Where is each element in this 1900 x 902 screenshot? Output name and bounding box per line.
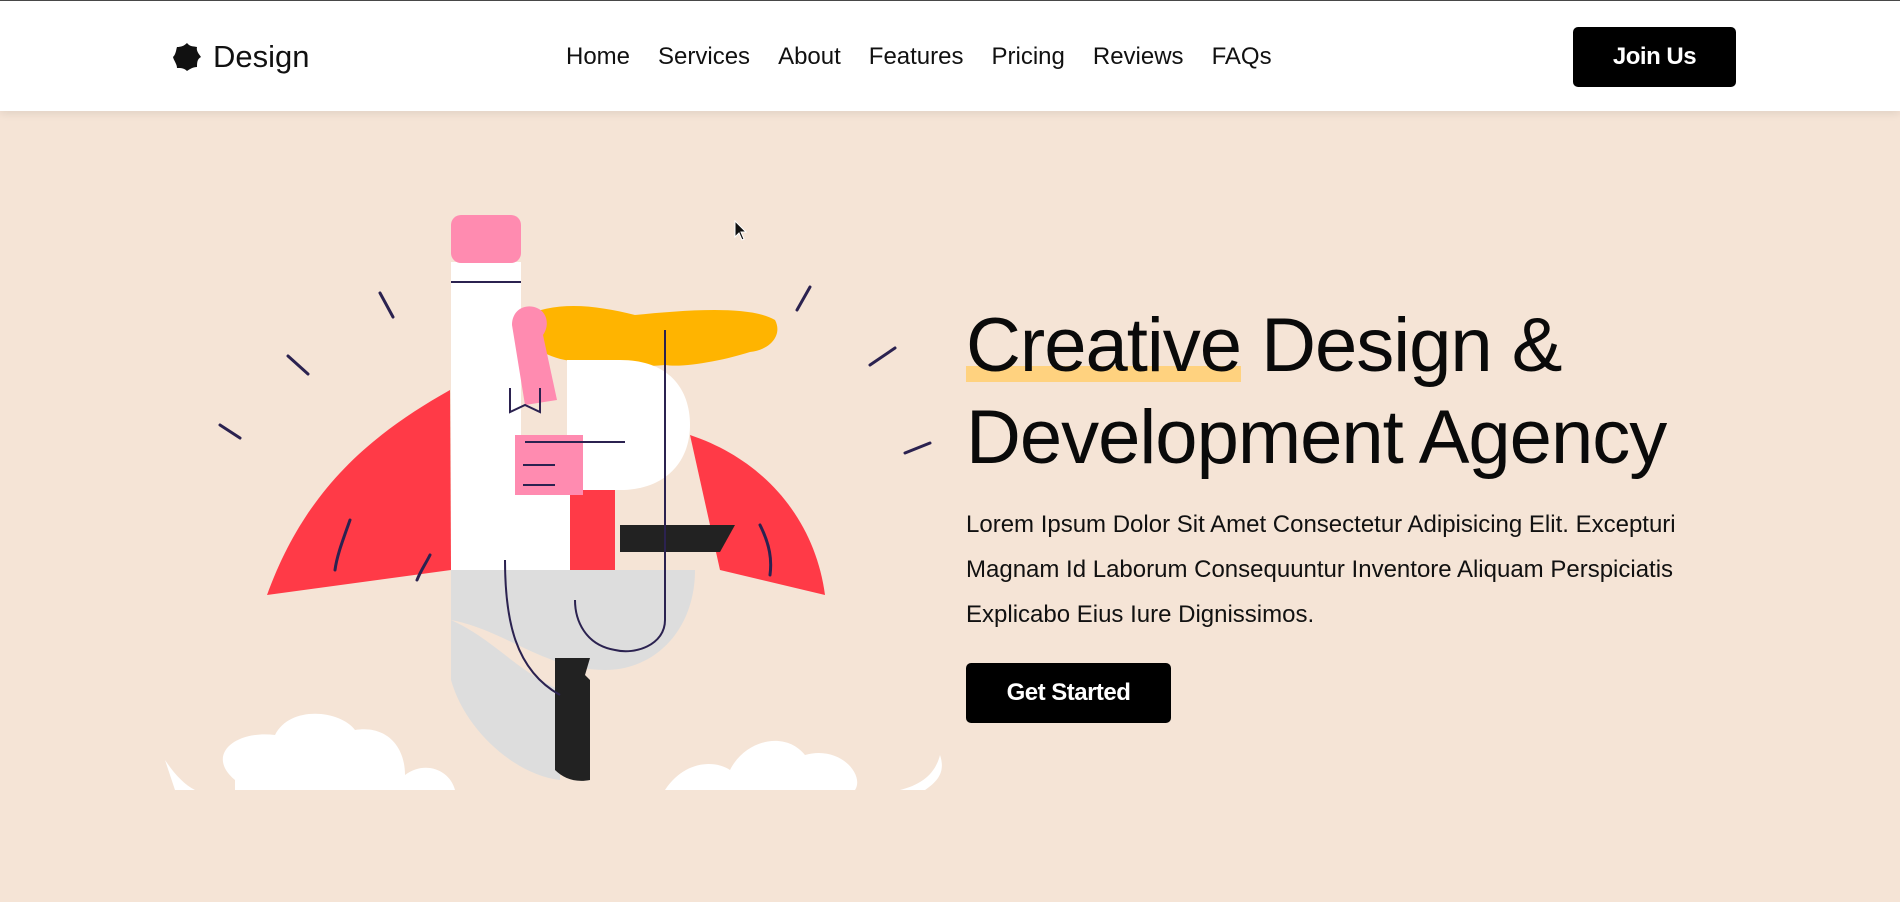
clouds bbox=[222, 713, 455, 790]
get-started-button[interactable]: Get Started bbox=[966, 663, 1171, 723]
title-line2: Development Agency bbox=[966, 395, 1667, 480]
hero-content: Creative Design & Development Agency Lor… bbox=[966, 300, 1726, 723]
raised-fist bbox=[451, 215, 521, 263]
nav-features[interactable]: Features bbox=[869, 43, 964, 71]
hair bbox=[520, 305, 778, 367]
nav-pricing[interactable]: Pricing bbox=[992, 43, 1065, 71]
nav-faqs[interactable]: FAQs bbox=[1212, 43, 1272, 71]
letter-p bbox=[567, 360, 690, 490]
nav-services[interactable]: Services bbox=[658, 43, 750, 71]
main-nav: Home Services About Features Pricing Rev… bbox=[566, 37, 1300, 77]
nav-about[interactable]: About bbox=[778, 43, 841, 71]
site-header: Design Home Services About Features Pric… bbox=[0, 1, 1900, 111]
nav-reviews[interactable]: Reviews bbox=[1093, 43, 1184, 71]
hero-title: Creative Design & Development Agency bbox=[966, 300, 1726, 484]
nav-home[interactable]: Home bbox=[566, 43, 630, 71]
logo-text: Design bbox=[213, 39, 310, 74]
hero-illustration bbox=[165, 215, 942, 790]
title-highlight: Creative bbox=[966, 300, 1242, 392]
hero-description: Lorem Ipsum Dolor Sit Amet Consectetur A… bbox=[966, 511, 1676, 628]
join-us-button[interactable]: Join Us bbox=[1573, 27, 1736, 87]
title-line1-rest: Design & bbox=[1241, 303, 1562, 388]
star-blob-icon bbox=[173, 43, 201, 71]
logo[interactable]: Design bbox=[171, 37, 310, 77]
mouse-pointer-icon bbox=[734, 220, 748, 241]
